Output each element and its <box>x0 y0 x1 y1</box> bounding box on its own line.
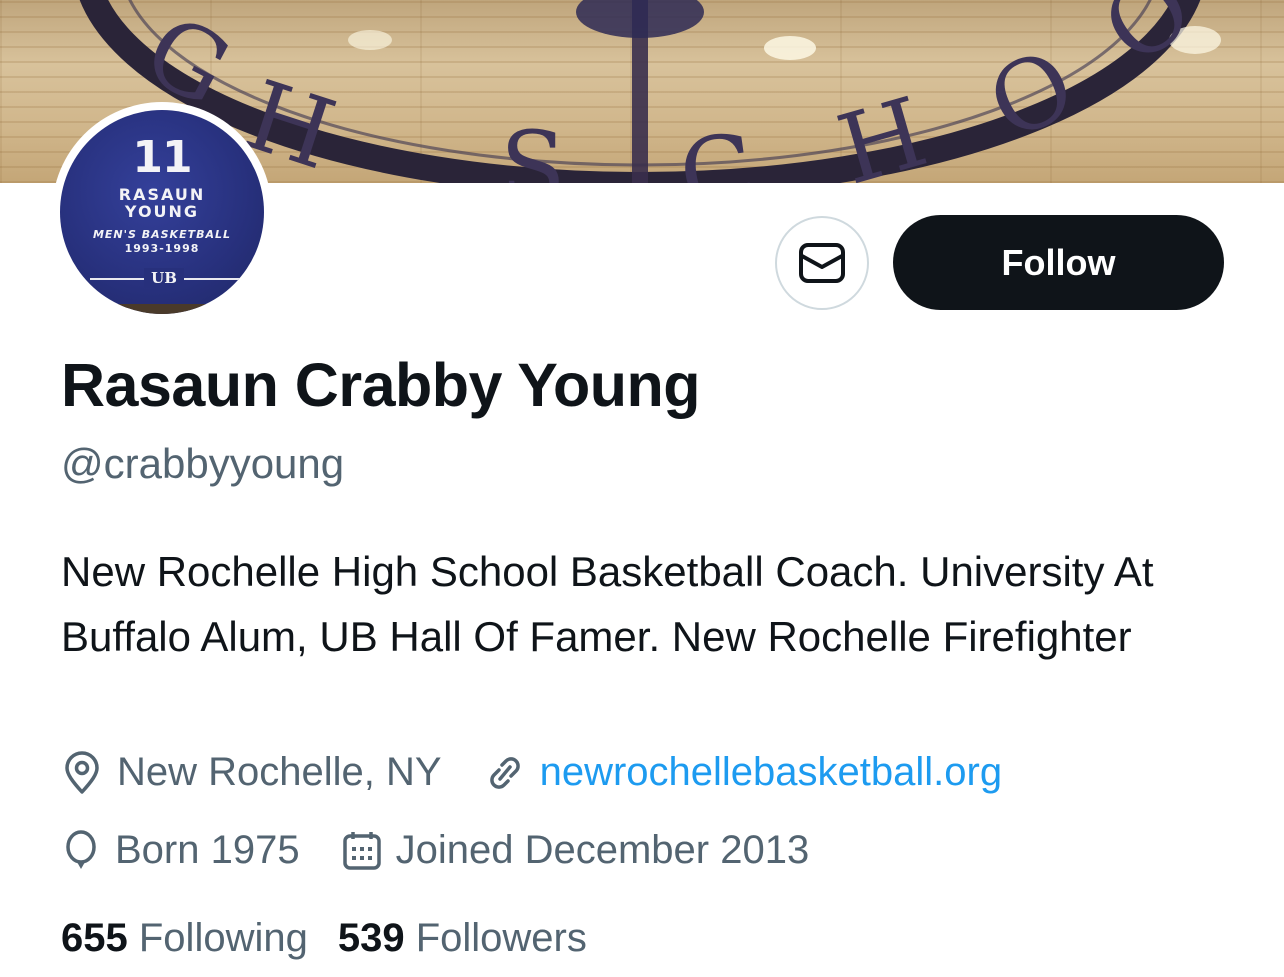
followers-label: Followers <box>415 916 587 960</box>
profile-birth-text: Born 1975 <box>115 828 300 872</box>
calendar-icon <box>342 831 381 870</box>
profile-handle: @crabbyyoung <box>61 440 345 487</box>
mail-icon <box>799 243 845 283</box>
profile-display-name: Rasaun Crabby Young <box>61 351 701 419</box>
profile-joined-text: Joined December 2013 <box>395 828 810 872</box>
location-pin-icon <box>65 750 99 794</box>
following-count: 655 <box>61 916 128 960</box>
avatar-name-line1: RASAUN <box>118 185 206 204</box>
profile-website: newrochellebasketball.org <box>484 750 1003 795</box>
avatar-floor-strip <box>60 304 264 314</box>
profile-location: New Rochelle, NY <box>61 750 442 795</box>
avatar-jersey-sport: MEN'S BASKETBALL <box>92 228 232 241</box>
message-button[interactable] <box>775 216 869 310</box>
profile-birth: Born 1975 <box>61 828 300 873</box>
followers-link[interactable]: 539 Followers <box>338 916 587 961</box>
avatar-jersey-years: 1993-1998 <box>124 242 200 255</box>
following-link[interactable]: 655 Following <box>61 916 308 961</box>
avatar-jersey-number: 11 <box>132 132 192 183</box>
svg-text:S: S <box>500 111 566 183</box>
svg-text:C: C <box>673 112 761 183</box>
profile-avatar[interactable]: 11 RASAUN YOUNG MEN'S BASKETBALL 1993-19… <box>52 102 272 322</box>
profile-bio: New Rochelle High School Basketball Coac… <box>61 548 1154 660</box>
balloon-icon <box>66 829 96 869</box>
following-label: Following <box>138 916 308 960</box>
avatar-jersey-image: 11 RASAUN YOUNG MEN'S BASKETBALL 1993-19… <box>60 110 264 314</box>
avatar-ub-logo: UB <box>144 268 184 288</box>
profile-joined: Joined December 2013 <box>342 828 810 873</box>
followers-count: 539 <box>337 916 405 960</box>
profile-location-text: New Rochelle, NY <box>117 750 442 794</box>
profile-website-link[interactable]: newrochellebasketball.org <box>540 750 1003 795</box>
follow-button[interactable]: Follow <box>893 215 1224 310</box>
avatar-jersey-name: RASAUN YOUNG <box>60 186 264 220</box>
profile-meta-row-2: Born 1975 Joined December 2013 <box>61 828 851 873</box>
profile-stats: 655 Following 539 Followers <box>61 916 617 961</box>
avatar-name-line2: YOUNG <box>124 202 200 221</box>
link-icon <box>489 756 520 789</box>
profile-meta-row-1: New Rochelle, NY newrochellebasketball.o… <box>61 750 1044 795</box>
